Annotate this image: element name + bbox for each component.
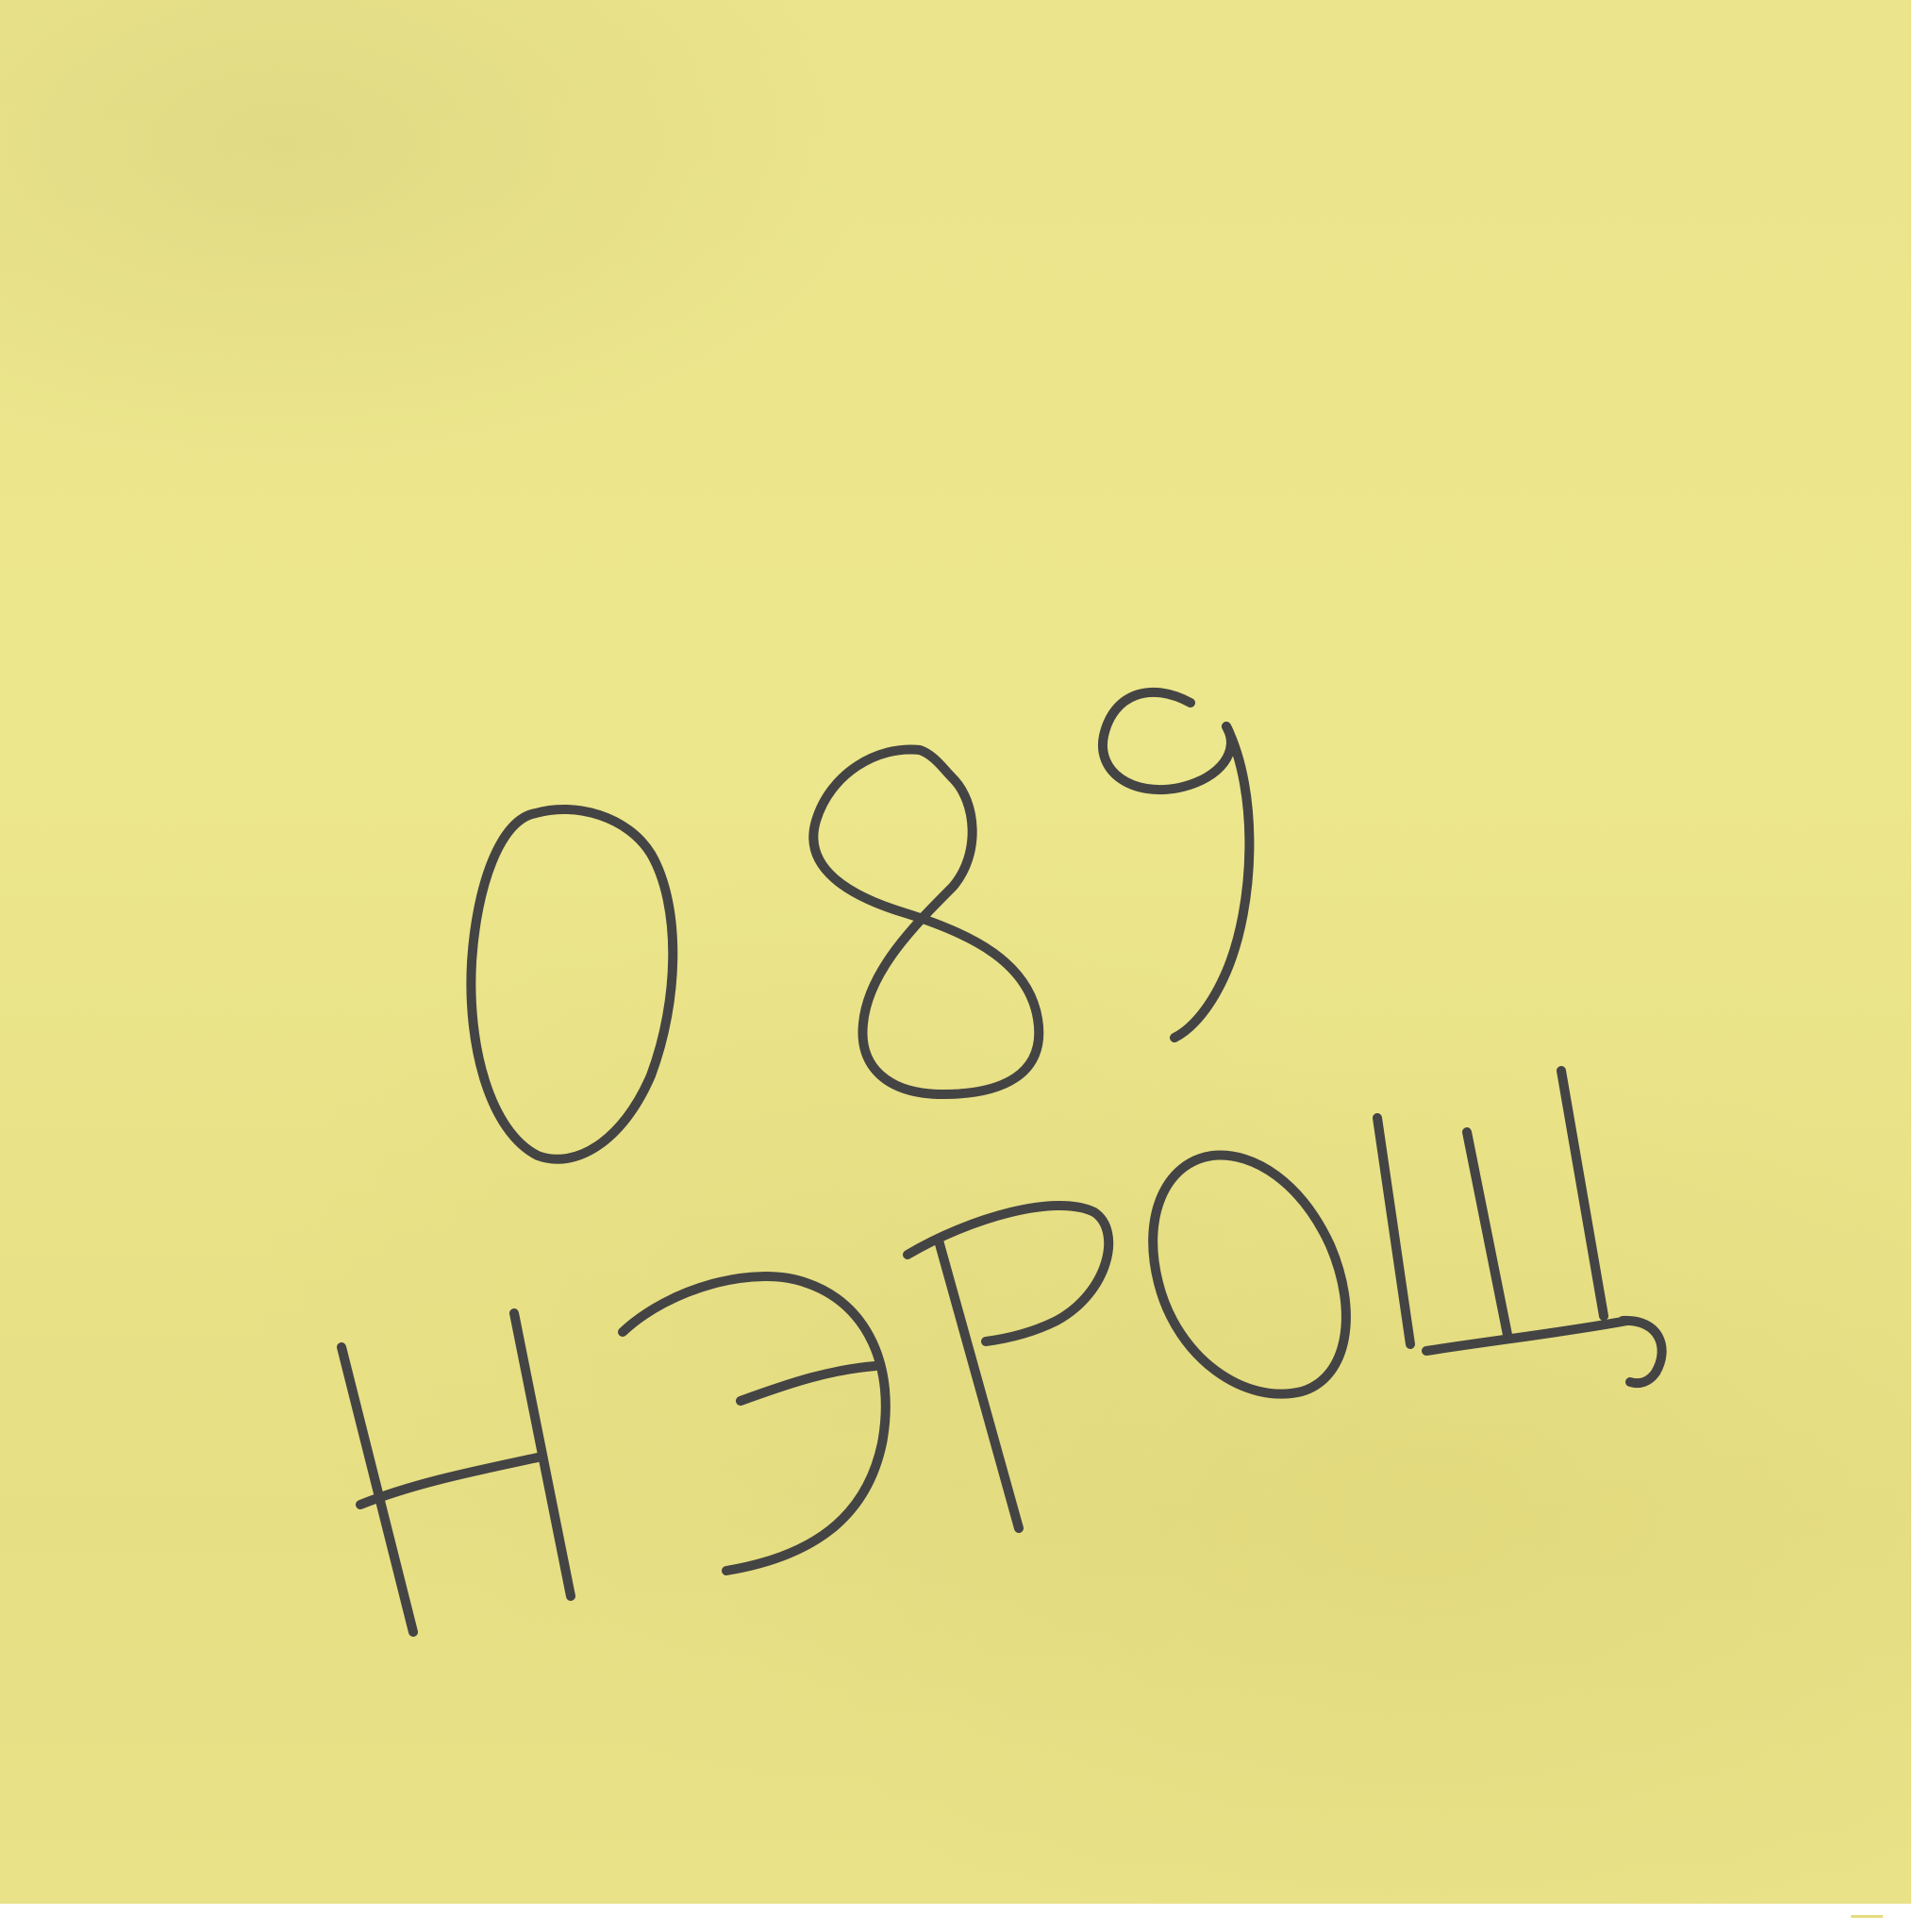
letter-shch-right xyxy=(1557,1066,1608,1321)
letter-r-bowl xyxy=(903,1201,1114,1346)
sticky-note: 089 НЭРОЩ xyxy=(0,0,1911,1904)
letter-n-bar xyxy=(356,1453,542,1509)
letter-e xyxy=(618,1272,891,1575)
page: 089 НЭРОЩ xyxy=(0,0,1932,1932)
digit-8 xyxy=(808,744,1044,1099)
digit-0 xyxy=(466,804,678,1164)
corner-mark xyxy=(1851,1915,1883,1918)
letter-e-bar xyxy=(736,1361,880,1406)
letter-o xyxy=(1148,1150,1351,1399)
handwritten-text xyxy=(337,687,1667,1637)
letter-shch-mid xyxy=(1462,1127,1512,1340)
letter-r-stem xyxy=(934,1236,1024,1533)
letter-shch-tail xyxy=(1618,1315,1667,1389)
letter-n-right xyxy=(509,1308,575,1601)
letter-shch-left xyxy=(1373,1113,1415,1349)
digit-9 xyxy=(1097,687,1236,795)
letter-shch-base xyxy=(1422,1316,1632,1356)
